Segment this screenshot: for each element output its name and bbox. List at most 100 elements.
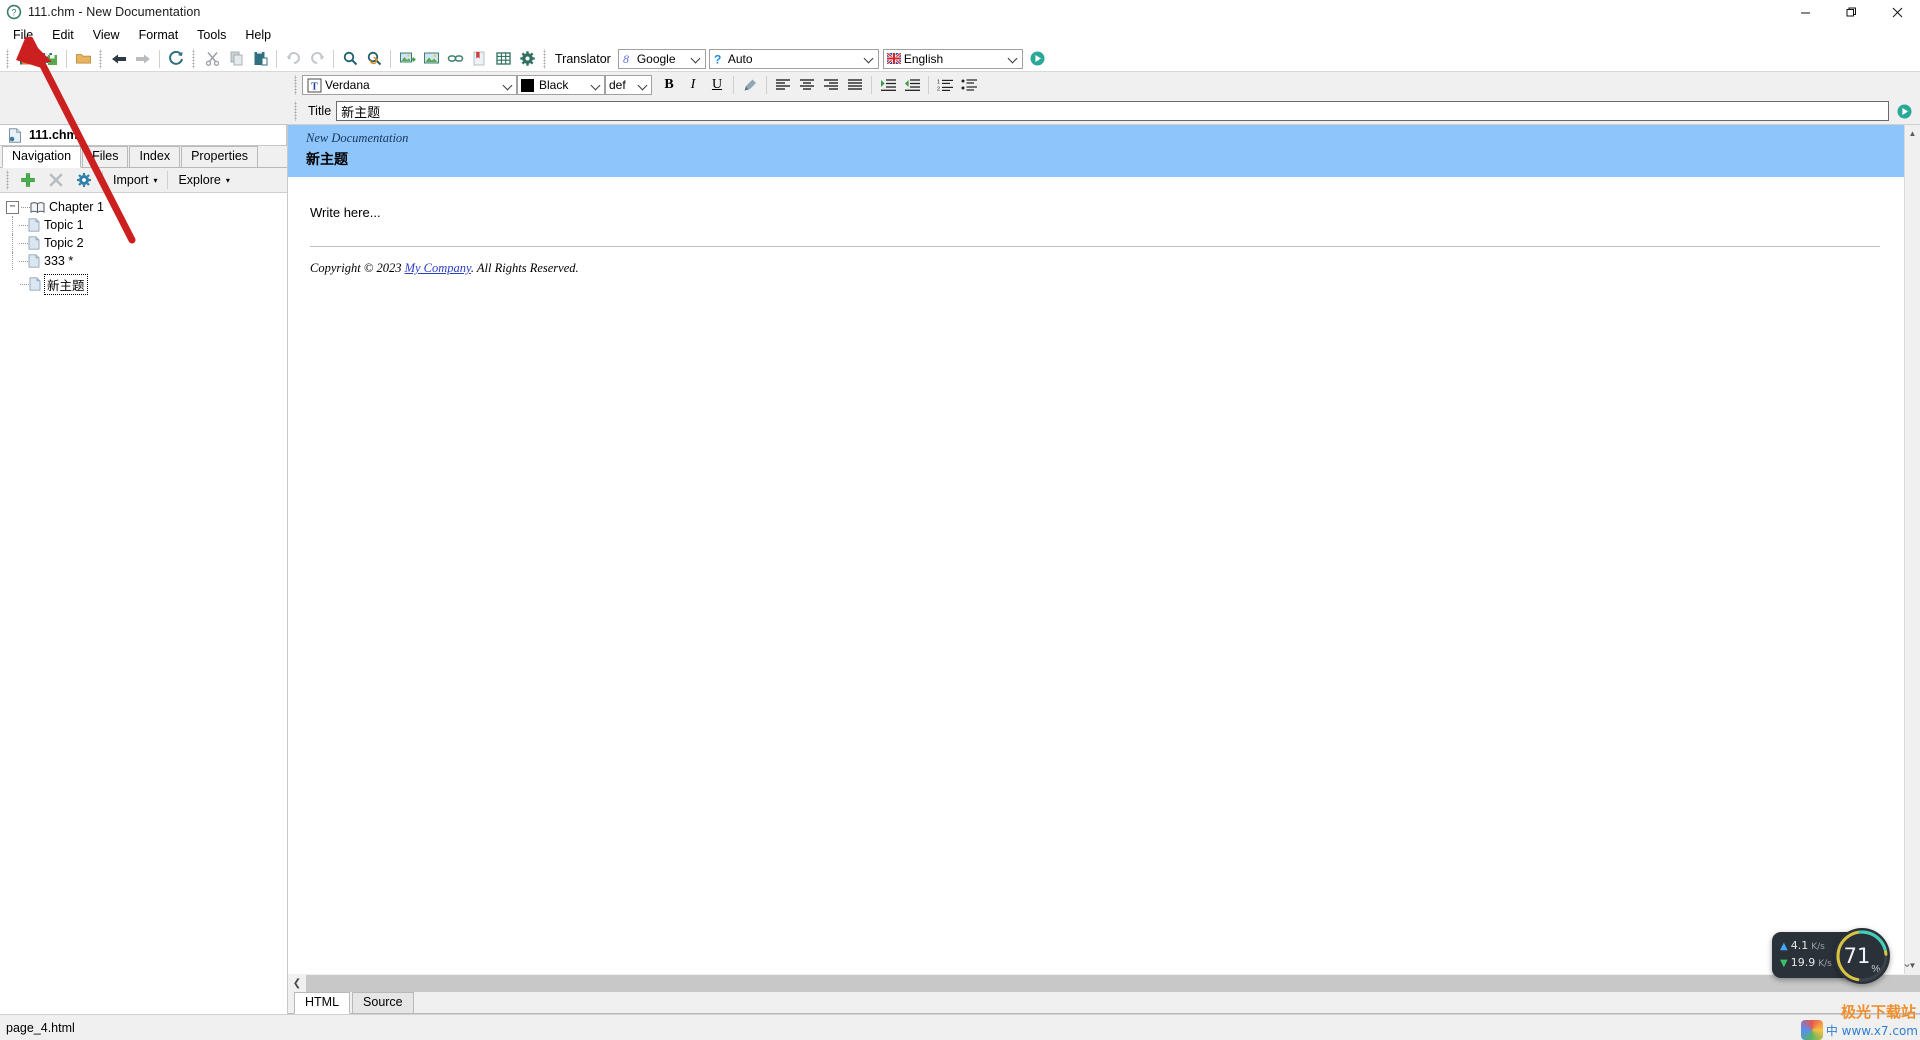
footer-prefix: Copyright © 2023	[310, 261, 405, 275]
indent-increase-icon[interactable]	[877, 74, 899, 96]
bold-button[interactable]: B	[658, 74, 680, 96]
tab-source[interactable]: Source	[352, 992, 414, 1013]
menu-format[interactable]: Format	[130, 25, 188, 45]
vertical-scroll-track[interactable]	[1904, 142, 1920, 957]
title-row-grip[interactable]	[293, 101, 299, 121]
font-family-select[interactable]: T Verdana	[302, 75, 517, 95]
font-color-select[interactable]: Black	[517, 75, 605, 95]
svg-text:1: 1	[937, 80, 940, 86]
close-button[interactable]	[1874, 0, 1920, 24]
ime-bar[interactable]: 中 www.x7.com	[1800, 1020, 1918, 1040]
toolbar-grip-3[interactable]	[191, 48, 197, 69]
settings-gear-icon[interactable]	[516, 48, 538, 70]
source-language-select[interactable]: ? Auto	[708, 48, 879, 69]
align-justify-icon[interactable]	[844, 74, 866, 96]
import-button[interactable]: Import ▾	[108, 170, 162, 191]
toolbar-grip-2[interactable]	[98, 48, 104, 69]
maximize-button[interactable]	[1828, 0, 1874, 24]
menu-edit[interactable]: Edit	[43, 25, 83, 45]
redo-icon[interactable]	[306, 48, 328, 70]
cut-icon[interactable]	[201, 48, 223, 70]
tree-item-333[interactable]: 333 *	[0, 252, 287, 270]
insert-table-icon[interactable]	[492, 48, 514, 70]
horizontal-scroll-track[interactable]	[306, 974, 1920, 992]
unordered-list-icon[interactable]	[958, 74, 980, 96]
copy-icon[interactable]	[225, 48, 247, 70]
vertical-scrollbar[interactable]: ▲ ▼	[1904, 125, 1920, 974]
scroll-left-arrow-icon[interactable]: ❮	[288, 974, 306, 992]
align-left-icon[interactable]	[772, 74, 794, 96]
refresh-icon[interactable]	[165, 48, 187, 70]
delete-x-icon[interactable]	[43, 170, 69, 191]
tab-index[interactable]: Index	[129, 146, 181, 167]
tray-expand-chevron-icon[interactable]: ⌄	[1902, 956, 1912, 970]
title-apply-icon[interactable]	[1893, 100, 1915, 122]
minimize-button[interactable]	[1782, 0, 1828, 24]
tree-settings-icon[interactable]	[71, 170, 97, 191]
find-icon[interactable]	[339, 48, 361, 70]
toolbar-grip[interactable]	[5, 48, 11, 69]
image-properties-icon[interactable]	[420, 48, 442, 70]
open-folder-icon[interactable]	[72, 48, 94, 70]
chevron-down-icon[interactable]	[862, 50, 878, 68]
menu-file[interactable]: File	[4, 25, 42, 45]
main-body: 111.chm Navigation Files Index Propertie…	[0, 124, 1920, 1014]
tree-item-topic-2[interactable]: Topic 2	[0, 234, 287, 252]
add-plus-icon[interactable]	[15, 170, 41, 191]
document-body[interactable]: Write here... Copyright © 2023 My Compan…	[288, 177, 1904, 276]
translator-grip[interactable]	[542, 48, 548, 69]
format-toolbar: T Verdana Black def B I U 1 2	[0, 72, 1920, 98]
save-all-icon[interactable]	[39, 48, 61, 70]
tree-toolbar-grip[interactable]	[5, 170, 11, 190]
source-language-value: Auto	[727, 51, 753, 66]
insert-link-icon[interactable]	[444, 48, 466, 70]
menu-view[interactable]: View	[84, 25, 129, 45]
align-right-icon[interactable]	[820, 74, 842, 96]
back-arrow-icon[interactable]	[108, 48, 130, 70]
indent-decrease-icon[interactable]	[901, 74, 923, 96]
highlighter-icon[interactable]	[739, 74, 761, 96]
undo-icon[interactable]	[282, 48, 304, 70]
bookmark-icon[interactable]	[468, 48, 490, 70]
tab-properties[interactable]: Properties	[181, 146, 259, 167]
italic-button[interactable]: I	[682, 74, 704, 96]
insert-image-icon[interactable]	[396, 48, 418, 70]
save-icon[interactable]	[15, 48, 37, 70]
tab-navigation[interactable]: Navigation	[2, 146, 82, 168]
paste-icon[interactable]	[249, 48, 271, 70]
forward-arrow-icon[interactable]	[132, 48, 154, 70]
translate-run-icon[interactable]	[1027, 48, 1049, 70]
tree-item-chapter[interactable]: − Chapter 1	[0, 198, 287, 216]
font-size-select[interactable]: def	[605, 75, 652, 95]
align-center-icon[interactable]	[796, 74, 818, 96]
menu-tools[interactable]: Tools	[188, 25, 235, 45]
cpu-usage-widget[interactable]: 71 %	[1834, 928, 1890, 984]
tree-item-new-topic[interactable]: 新主题	[0, 273, 287, 295]
scroll-up-arrow-icon[interactable]: ▲	[1904, 125, 1920, 142]
title-bar: ? 111.chm - New Documentation	[0, 0, 1920, 24]
format-toolbar-grip[interactable]	[293, 75, 299, 95]
tree-item-topic-1[interactable]: Topic 1	[0, 216, 287, 234]
target-language-select[interactable]: English	[882, 48, 1023, 69]
explore-button[interactable]: Explore ▾	[173, 170, 234, 191]
footer-company-link[interactable]: My Company	[405, 261, 471, 275]
ordered-list-icon[interactable]: 1 2	[934, 74, 956, 96]
page-icon	[28, 218, 40, 232]
chevron-down-icon[interactable]	[635, 76, 651, 94]
horizontal-scrollbar[interactable]: ❮	[288, 974, 1920, 992]
tab-files[interactable]: Files	[82, 146, 129, 167]
collapse-toggle-icon[interactable]: −	[6, 200, 19, 214]
underline-button[interactable]: U	[706, 74, 728, 96]
title-input[interactable]	[336, 101, 1889, 121]
body-placeholder-text[interactable]: Write here...	[310, 205, 1880, 220]
document-preview[interactable]: New Documentation 新主题 Write here... Copy…	[288, 125, 1904, 974]
chevron-down-icon[interactable]	[588, 76, 604, 94]
chevron-down-icon[interactable]	[689, 50, 705, 68]
chevron-down-icon[interactable]	[1006, 50, 1022, 68]
tab-html[interactable]: HTML	[294, 992, 351, 1014]
translator-engine-select[interactable]: 8 Google	[617, 48, 706, 69]
navigation-tree[interactable]: − Chapter 1 Topic 1 Topic 2 333 * 新主题	[0, 193, 287, 1014]
find-replace-icon[interactable]	[363, 48, 385, 70]
chevron-down-icon[interactable]	[500, 76, 516, 94]
menu-help[interactable]: Help	[236, 25, 280, 45]
